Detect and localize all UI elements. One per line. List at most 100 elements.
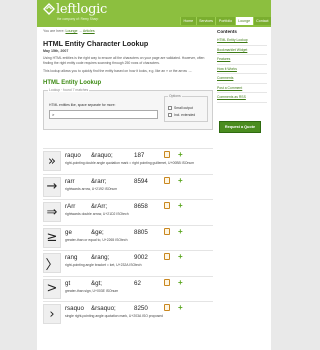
entity-code: &raquo;	[91, 152, 113, 159]
main-nav: Home Services Portfolio Lounge Contact	[180, 17, 271, 25]
entity-search-input[interactable]	[49, 110, 158, 119]
sidebar-item-features[interactable]: Features	[217, 55, 267, 65]
nav-contact[interactable]: Contact	[252, 17, 271, 25]
options-legend: Options	[168, 94, 182, 98]
site-header: leftlogic the company of: Remy Sharp Hom…	[37, 0, 271, 27]
entity-row: » raquo &raquo; 187 + right-pointing dou…	[43, 148, 213, 174]
entity-description: greater-than sign, U+003E ISOnum	[65, 288, 119, 293]
lookup-legend: Lookup · found 7 matches	[48, 88, 90, 92]
entity-row: 〉 rang &rang; 9002 + right-pointing angl…	[43, 250, 213, 276]
options-group: Options Small output Incl. extended	[164, 94, 208, 122]
entity-glyph: ⇒	[43, 202, 61, 222]
favourite-icon[interactable]	[164, 278, 170, 286]
entity-description: rightwards double arrow, U+21D2 ISOtech	[65, 212, 129, 216]
entity-glyph: ≥	[43, 227, 61, 248]
entity-code: &rArr;	[91, 203, 108, 210]
breadcrumb-prefix: You are here:	[43, 29, 65, 33]
article-date: May 15th, 2007	[43, 49, 69, 53]
request-quote-button[interactable]: Request a Quote	[219, 121, 261, 133]
add-icon[interactable]: +	[178, 278, 183, 287]
entity-glyph: ›	[43, 304, 61, 324]
small-output-label: Small output	[174, 106, 193, 110]
entity-name: ge	[65, 228, 72, 236]
entity-number: 8594	[134, 177, 148, 185]
sidebar-item-comments[interactable]: Comments	[217, 74, 267, 84]
favourite-icon[interactable]	[164, 253, 170, 260]
add-icon[interactable]: +	[178, 252, 183, 261]
breadcrumb-articles[interactable]: Articles	[83, 29, 95, 33]
nav-services[interactable]: Services	[195, 17, 216, 25]
page: leftlogic the company of: Remy Sharp Hom…	[37, 0, 271, 350]
entity-description: rightwards arrow, U+2192 ISOnum	[65, 186, 118, 191]
sidebar: Contents HTML Entity Lookup Bookmarklet …	[217, 28, 267, 103]
entity-name: raquo	[65, 152, 81, 159]
intro-paragraph: Using HTML entities is the right way to …	[43, 56, 205, 65]
entity-row: > gt &gt; 62 + greater-than sign, U+003E…	[43, 275, 213, 302]
sidebar-item-post-comment[interactable]: Post a Comment	[217, 84, 267, 93]
favourite-icon[interactable]	[164, 227, 170, 235]
add-icon[interactable]: +	[178, 201, 183, 210]
entity-description: right-pointing angle bracket = ket, U+23…	[65, 263, 142, 267]
favourite-icon[interactable]	[164, 202, 170, 209]
entity-code: &rarr;	[91, 177, 107, 185]
nav-home[interactable]: Home	[180, 17, 196, 25]
entity-row: → rarr &rarr; 8594 + rightwards arrow, U…	[43, 173, 213, 200]
breadcrumb: You are here: Lounge → Articles	[43, 28, 213, 35]
entity-code: &rsaquo;	[91, 305, 116, 312]
entity-name: rsaquo	[65, 305, 84, 312]
entity-results: » raquo &raquo; 187 + right-pointing dou…	[43, 148, 213, 327]
favourite-icon[interactable]	[164, 151, 170, 158]
entity-number: 9002	[134, 254, 148, 261]
entity-number: 62	[134, 279, 141, 287]
main-content: You are here: Lounge → Articles HTML Ent…	[43, 28, 213, 130]
entity-name: gt	[65, 279, 71, 287]
sidebar-item-entity-lookup[interactable]: HTML Entity Lookup	[217, 36, 267, 46]
add-icon[interactable]: +	[178, 303, 183, 312]
add-icon[interactable]: +	[178, 150, 183, 159]
sidebar-item-bookmarklet[interactable]: Bookmarklet Widget	[217, 46, 267, 55]
sidebar-item-comments-rss[interactable]: Comments as RSS	[217, 93, 267, 103]
nav-lounge[interactable]: Lounge	[234, 17, 253, 25]
page-title: HTML Entity Character Lookup	[43, 39, 149, 48]
extended-label: Incl. extended	[174, 113, 196, 117]
logo-text[interactable]: leftlogic	[56, 2, 107, 17]
entity-number: 8805	[134, 228, 148, 236]
small-output-option[interactable]: Small output	[168, 106, 193, 110]
entity-name: rang	[65, 254, 78, 261]
entity-row: ⇒ rArr &rArr; 8658 + rightwards double a…	[43, 199, 213, 225]
small-output-checkbox[interactable]	[168, 106, 172, 110]
entity-number: 8658	[134, 203, 148, 210]
lookup-form: Lookup · found 7 matches HTML entities l…	[43, 88, 213, 130]
favourite-icon[interactable]	[164, 176, 170, 184]
logo-icon[interactable]	[43, 3, 55, 15]
section-heading: HTML Entity Lookup	[43, 80, 102, 86]
intro-paragraph-2: This lookup allows you to quickly find t…	[43, 69, 193, 73]
sidebar-item-how-it-works[interactable]: How it Works	[217, 65, 267, 74]
add-icon[interactable]: +	[178, 227, 183, 236]
sidebar-title: Contents	[217, 29, 237, 34]
entity-glyph: >	[43, 278, 61, 299]
nav-portfolio[interactable]: Portfolio	[215, 17, 235, 25]
lookup-label: HTML entities like, space separate for m…	[49, 103, 116, 107]
extended-checkbox[interactable]	[168, 113, 172, 117]
entity-description: greater-than or equal to, U+2265 ISOtech	[65, 237, 128, 242]
entity-name: rArr	[65, 203, 76, 210]
entity-glyph: »	[43, 151, 61, 171]
entity-description: right-pointing double angle quotation ma…	[65, 161, 195, 165]
add-icon[interactable]: +	[178, 176, 183, 185]
breadcrumb-lounge[interactable]: Lounge	[65, 29, 77, 33]
favourite-icon[interactable]	[164, 304, 170, 311]
breadcrumb-separator: →	[78, 29, 83, 33]
logo-tagline: the company of: Remy Sharp	[57, 17, 99, 21]
entity-row: › rsaquo &rsaquo; 8250 + single right-po…	[43, 301, 213, 327]
entity-glyph: 〉	[43, 253, 61, 273]
entity-description: single right-pointing angle quotation ma…	[65, 314, 163, 318]
entity-code: &rang;	[91, 254, 110, 261]
entity-name: rarr	[65, 177, 75, 185]
entity-code: &gt;	[91, 279, 103, 287]
entity-number: 8250	[134, 305, 148, 312]
entity-row: ≥ ge &ge; 8805 + greater-than or equal t…	[43, 224, 213, 251]
entity-number: 187	[134, 152, 145, 159]
entity-code: &ge;	[91, 228, 104, 236]
extended-option[interactable]: Incl. extended	[168, 113, 195, 117]
